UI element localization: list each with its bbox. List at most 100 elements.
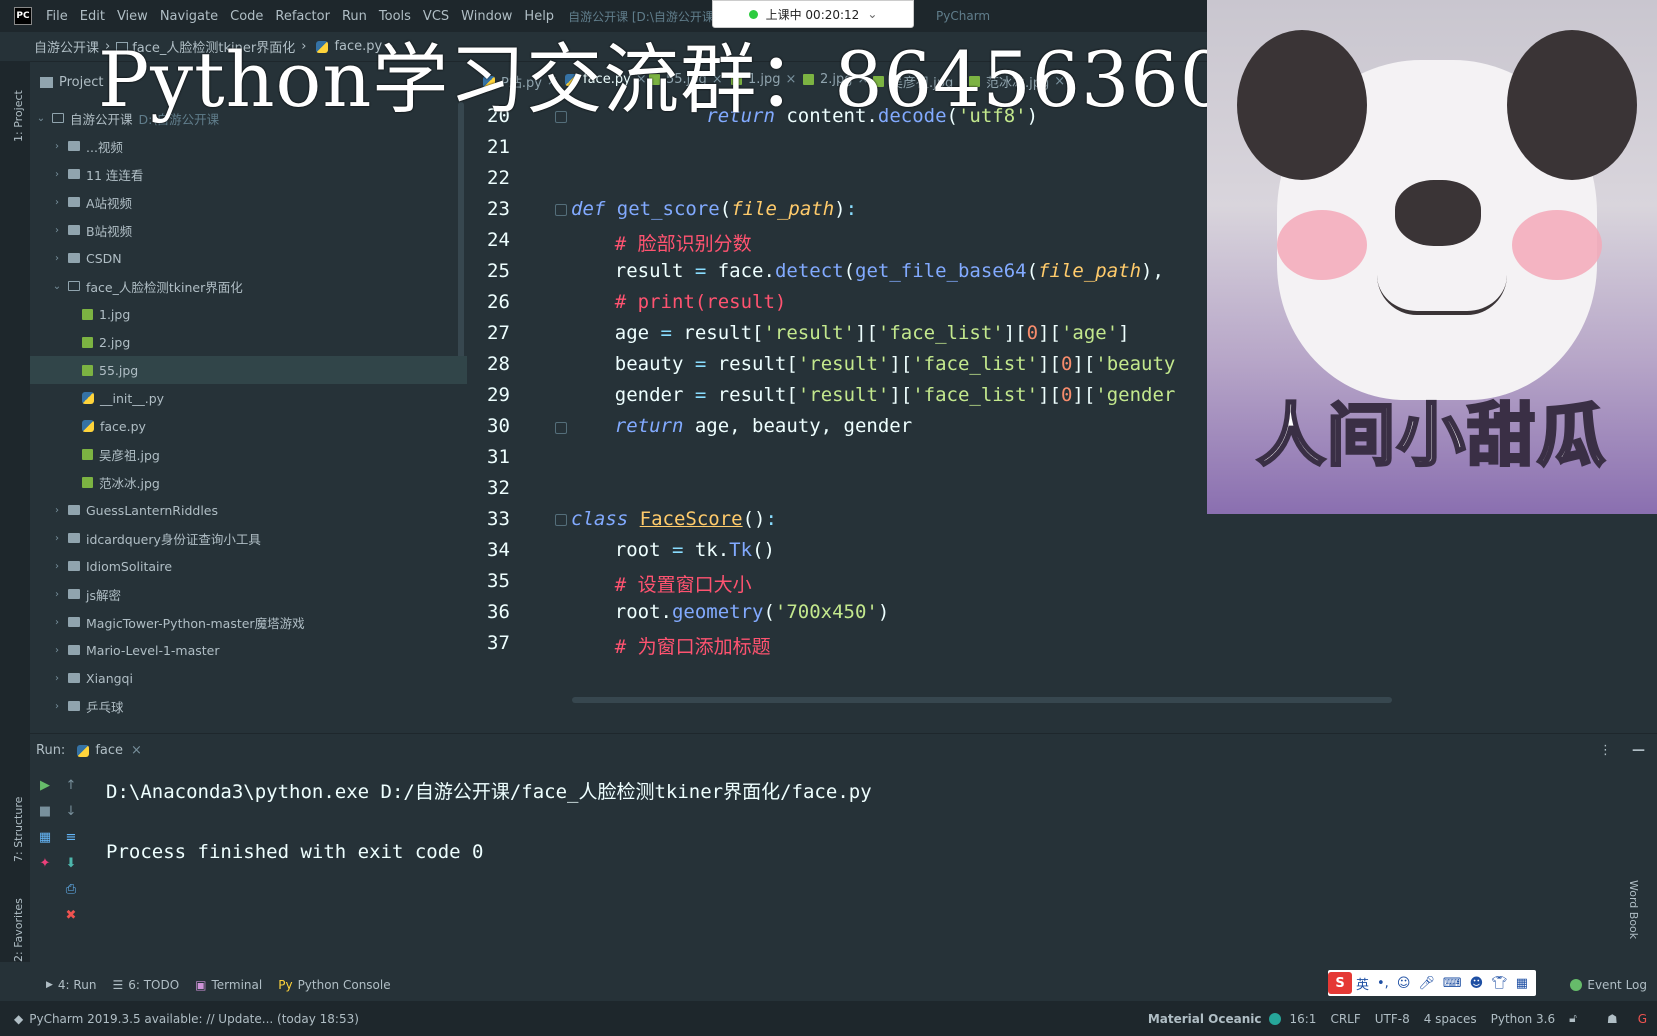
tree-item[interactable]: 2.jpg	[30, 328, 467, 356]
line-number: 31	[487, 446, 510, 468]
tool-todo[interactable]: ☰ 6: TODO	[112, 978, 179, 992]
layout-icon[interactable]: ▦	[38, 831, 52, 845]
chevron-right-icon[interactable]: ›	[50, 617, 64, 628]
tree-item[interactable]: 吴彦祖.jpg	[30, 440, 467, 468]
punctuation-icon[interactable]: •,	[1377, 976, 1389, 991]
inspector-icon[interactable]: ☗	[1607, 1012, 1618, 1026]
folder-icon	[68, 533, 80, 543]
status-message[interactable]: PyCharm 2019.3.5 available: // Update...…	[29, 1012, 359, 1026]
chevron-right-icon[interactable]: ›	[50, 645, 64, 656]
list-icon: ☰	[112, 978, 124, 992]
chevron-right-icon[interactable]: ›	[50, 561, 64, 572]
tree-item[interactable]: › Xiangqi	[30, 664, 467, 692]
fold-marker-icon[interactable]	[555, 422, 567, 434]
chevron-right-icon[interactable]: ›	[50, 701, 64, 712]
event-log[interactable]: Event Log	[1570, 978, 1647, 992]
editor-horizontal-scrollbar[interactable]	[572, 697, 1392, 703]
trash-icon[interactable]: ✖	[64, 909, 78, 923]
chevron-right-icon[interactable]: ›	[50, 673, 64, 684]
tree-item[interactable]: › js解密	[30, 580, 467, 608]
folder-icon	[68, 645, 80, 655]
tree-item-label: IdiomSolitaire	[86, 558, 173, 574]
menu-file[interactable]: File	[40, 9, 74, 24]
python-interpreter[interactable]: Python 3.6	[1491, 1012, 1556, 1026]
more-options-icon[interactable]: ⋮	[1599, 743, 1612, 758]
run-tab-face[interactable]: face	[95, 743, 123, 758]
lock-icon[interactable]: 🔓︎	[1569, 1011, 1577, 1026]
tree-item[interactable]: › 乒乓球	[30, 692, 467, 720]
fold-marker-icon[interactable]	[555, 514, 567, 526]
rerun-icon[interactable]: ▶	[38, 779, 52, 793]
pin-icon[interactable]: ✦	[38, 857, 52, 871]
tree-item[interactable]: 1.jpg	[30, 300, 467, 328]
close-icon[interactable]: ×	[131, 743, 142, 758]
play-icon: ▶	[46, 980, 53, 990]
chevron-right-icon[interactable]: ›	[50, 169, 64, 180]
emoji-icon[interactable]: ☺	[1397, 976, 1411, 991]
favorites-tool-tab[interactable]: 2: Favorites	[12, 898, 25, 962]
shirt-icon[interactable]: 👕︎	[1491, 976, 1508, 991]
chevron-right-icon[interactable]: ›	[50, 505, 64, 516]
ime-toolbar[interactable]: S 英 •, ☺ 🎤︎ ⌨ ☻ 👕︎ ▦	[1328, 970, 1536, 996]
structure-tool-tab[interactable]: 7: Structure	[12, 797, 25, 862]
tool-python-console[interactable]: Py Python Console	[278, 978, 390, 992]
tree-item[interactable]: › GuessLanternRiddles	[30, 496, 467, 524]
tree-item[interactable]: › B站视频	[30, 216, 467, 244]
cursor-position[interactable]: 16:1	[1289, 1012, 1316, 1026]
tree-item[interactable]: › Mario-Level-1-master	[30, 636, 467, 664]
theme-indicator[interactable]: Material Oceanic	[1148, 1012, 1262, 1026]
minimize-icon[interactable]: —	[1632, 743, 1645, 758]
project-icon	[40, 76, 53, 88]
chevron-right-icon[interactable]: ›	[50, 197, 64, 208]
code-line-30: return age, beauty, gender	[614, 415, 913, 437]
microphone-icon[interactable]: 🎤︎	[1418, 976, 1435, 991]
python-file-icon	[82, 392, 94, 404]
folder-icon	[68, 197, 80, 207]
scroll-end-icon[interactable]: ⬇	[64, 857, 78, 871]
tool-run[interactable]: ▶ 4: Run	[46, 978, 96, 992]
indent-setting[interactable]: 4 spaces	[1424, 1012, 1477, 1026]
chevron-right-icon[interactable]: ›	[50, 253, 64, 264]
grid-icon[interactable]: ▦	[1516, 976, 1528, 991]
project-tool-tab[interactable]: 1: Project	[12, 90, 25, 142]
ime-lang[interactable]: 英	[1356, 974, 1369, 993]
chevron-right-icon[interactable]: ›	[50, 225, 64, 236]
chevron-right-icon[interactable]: ›	[50, 141, 64, 152]
fold-marker-icon[interactable]	[555, 204, 567, 216]
tree-item[interactable]: face.py	[30, 412, 467, 440]
line-number: 22	[487, 167, 510, 189]
chevron-right-icon[interactable]: ›	[50, 533, 64, 544]
line-separator[interactable]: CRLF	[1330, 1012, 1360, 1026]
tree-item[interactable]: › A站视频	[30, 188, 467, 216]
tree-item[interactable]: › idcardquery身份证查询小工具	[30, 524, 467, 552]
tree-item[interactable]: 55.jpg	[30, 356, 467, 384]
tree-item[interactable]: › MagicTower-Python-master魔塔游戏	[30, 608, 467, 636]
breadcrumb-root[interactable]: 自游公开课	[34, 37, 99, 56]
keyboard-icon[interactable]: ⌨	[1443, 976, 1462, 991]
project-header-label[interactable]: Project	[59, 75, 103, 90]
google-icon[interactable]: G	[1638, 1012, 1647, 1026]
stop-icon[interactable]: ■	[38, 805, 52, 819]
word-book-tool-tab[interactable]: Word Book	[1627, 880, 1640, 939]
tree-item[interactable]: › IdiomSolitaire	[30, 552, 467, 580]
watermark-overlay: Python学习交流群：864563608	[98, 35, 1279, 124]
update-icon: ◆	[14, 1011, 24, 1026]
tree-item[interactable]: 范冰冰.jpg	[30, 468, 467, 496]
skin-icon[interactable]: ☻	[1470, 976, 1484, 991]
code-editor[interactable]: 20 21 22 23 24 25 26 27 28 29 30 31 32 33 34 35 36 37 ret…	[469, 100, 1392, 706]
print-icon[interactable]: ⎙	[64, 883, 78, 897]
line-number: 37	[487, 632, 510, 654]
tree-item[interactable]: › ...视频	[30, 132, 467, 160]
arrow-up-icon[interactable]: ↑	[64, 779, 78, 793]
file-encoding[interactable]: UTF-8	[1375, 1012, 1410, 1026]
run-console[interactable]: D:\Anaconda3\python.exe D:/自游公开课/face_人脸…	[88, 767, 1648, 969]
arrow-down-icon[interactable]: ↓	[64, 805, 78, 819]
tree-item[interactable]: ⌄ face_人脸检测tkiner界面化	[30, 272, 467, 300]
tree-item[interactable]: › CSDN	[30, 244, 467, 272]
tool-terminal[interactable]: ▣ Terminal	[195, 978, 262, 992]
chevron-right-icon[interactable]: ›	[50, 589, 64, 600]
tree-item[interactable]: › 11 连连看	[30, 160, 467, 188]
soft-wrap-icon[interactable]: ≡	[64, 831, 78, 845]
chevron-down-icon[interactable]: ⌄	[50, 281, 64, 292]
tree-item[interactable]: __init__.py	[30, 384, 467, 412]
